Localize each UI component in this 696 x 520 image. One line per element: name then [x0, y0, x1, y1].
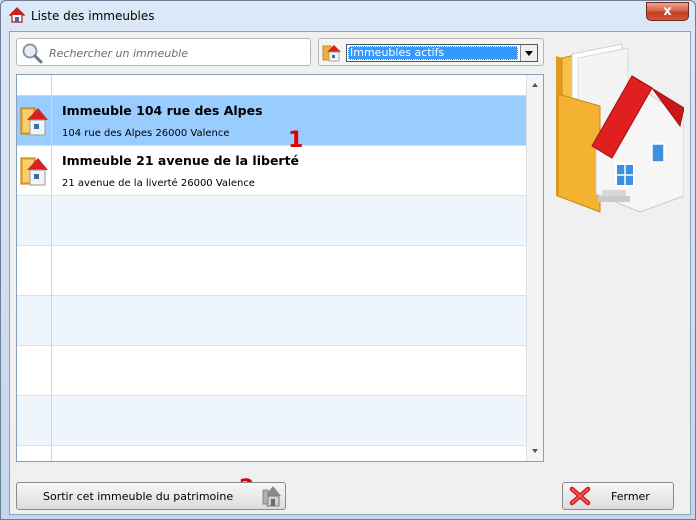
building-illustration: [556, 43, 684, 213]
empty-row: [17, 396, 527, 446]
building-address: 21 avenue de la liverté 26000 Valence: [62, 178, 255, 189]
search-icon: [22, 43, 43, 64]
window-title: Liste des immeubles: [31, 9, 155, 23]
house-icon: [9, 7, 25, 23]
app-window: Liste des immeubles x Immeubles actifs: [0, 0, 696, 520]
building-list: Immeuble 104 rue des Alpes 104 rue des A…: [16, 74, 544, 462]
empty-row: [17, 196, 527, 246]
empty-row: [17, 296, 527, 346]
close-icon: [569, 486, 591, 506]
chevron-down-icon[interactable]: [520, 45, 537, 61]
window-close-button[interactable]: x: [646, 2, 689, 21]
empty-row: [17, 246, 527, 296]
filter-box: Immeubles actifs: [318, 38, 544, 66]
search-input[interactable]: [47, 43, 306, 63]
close-button-label: Fermer: [611, 490, 650, 503]
building-icon: [20, 157, 48, 186]
building-address: 104 rue des Alpes 26000 Valence: [62, 128, 230, 139]
close-button[interactable]: Fermer: [562, 482, 674, 510]
annotation-1: 1: [288, 128, 304, 153]
client-area: Immeubles actifs Immeuble 104 rue: [9, 31, 691, 515]
column-divider: [51, 146, 52, 195]
column-divider: [51, 196, 52, 461]
column-divider: [51, 75, 52, 95]
vertical-scrollbar[interactable]: [526, 75, 543, 461]
list-item[interactable]: Immeuble 21 avenue de la liberté 21 aven…: [17, 146, 527, 196]
scroll-down-icon[interactable]: [527, 443, 543, 459]
empty-row: [17, 346, 527, 396]
remove-building-label: Sortir cet immeuble du patrimoine: [43, 490, 234, 503]
list-header: [17, 75, 527, 96]
building-title: Immeuble 104 rue des Alpes: [62, 103, 263, 118]
building-icon: [322, 45, 341, 62]
building-icon: [20, 107, 48, 136]
close-icon: x: [663, 4, 672, 19]
list-item[interactable]: Immeuble 104 rue des Alpes 104 rue des A…: [17, 96, 527, 146]
remove-building-button[interactable]: Sortir cet immeuble du patrimoine: [16, 482, 286, 510]
building-title: Immeuble 21 avenue de la liberté: [62, 153, 300, 168]
status-filter-select[interactable]: Immeubles actifs: [346, 44, 538, 62]
building-exit-icon: [262, 486, 281, 507]
title-bar: Liste des immeubles x: [1, 1, 695, 31]
column-divider: [51, 96, 52, 145]
search-box[interactable]: [16, 38, 311, 66]
status-filter-value: Immeubles actifs: [348, 46, 518, 60]
scroll-up-icon[interactable]: [527, 77, 543, 93]
